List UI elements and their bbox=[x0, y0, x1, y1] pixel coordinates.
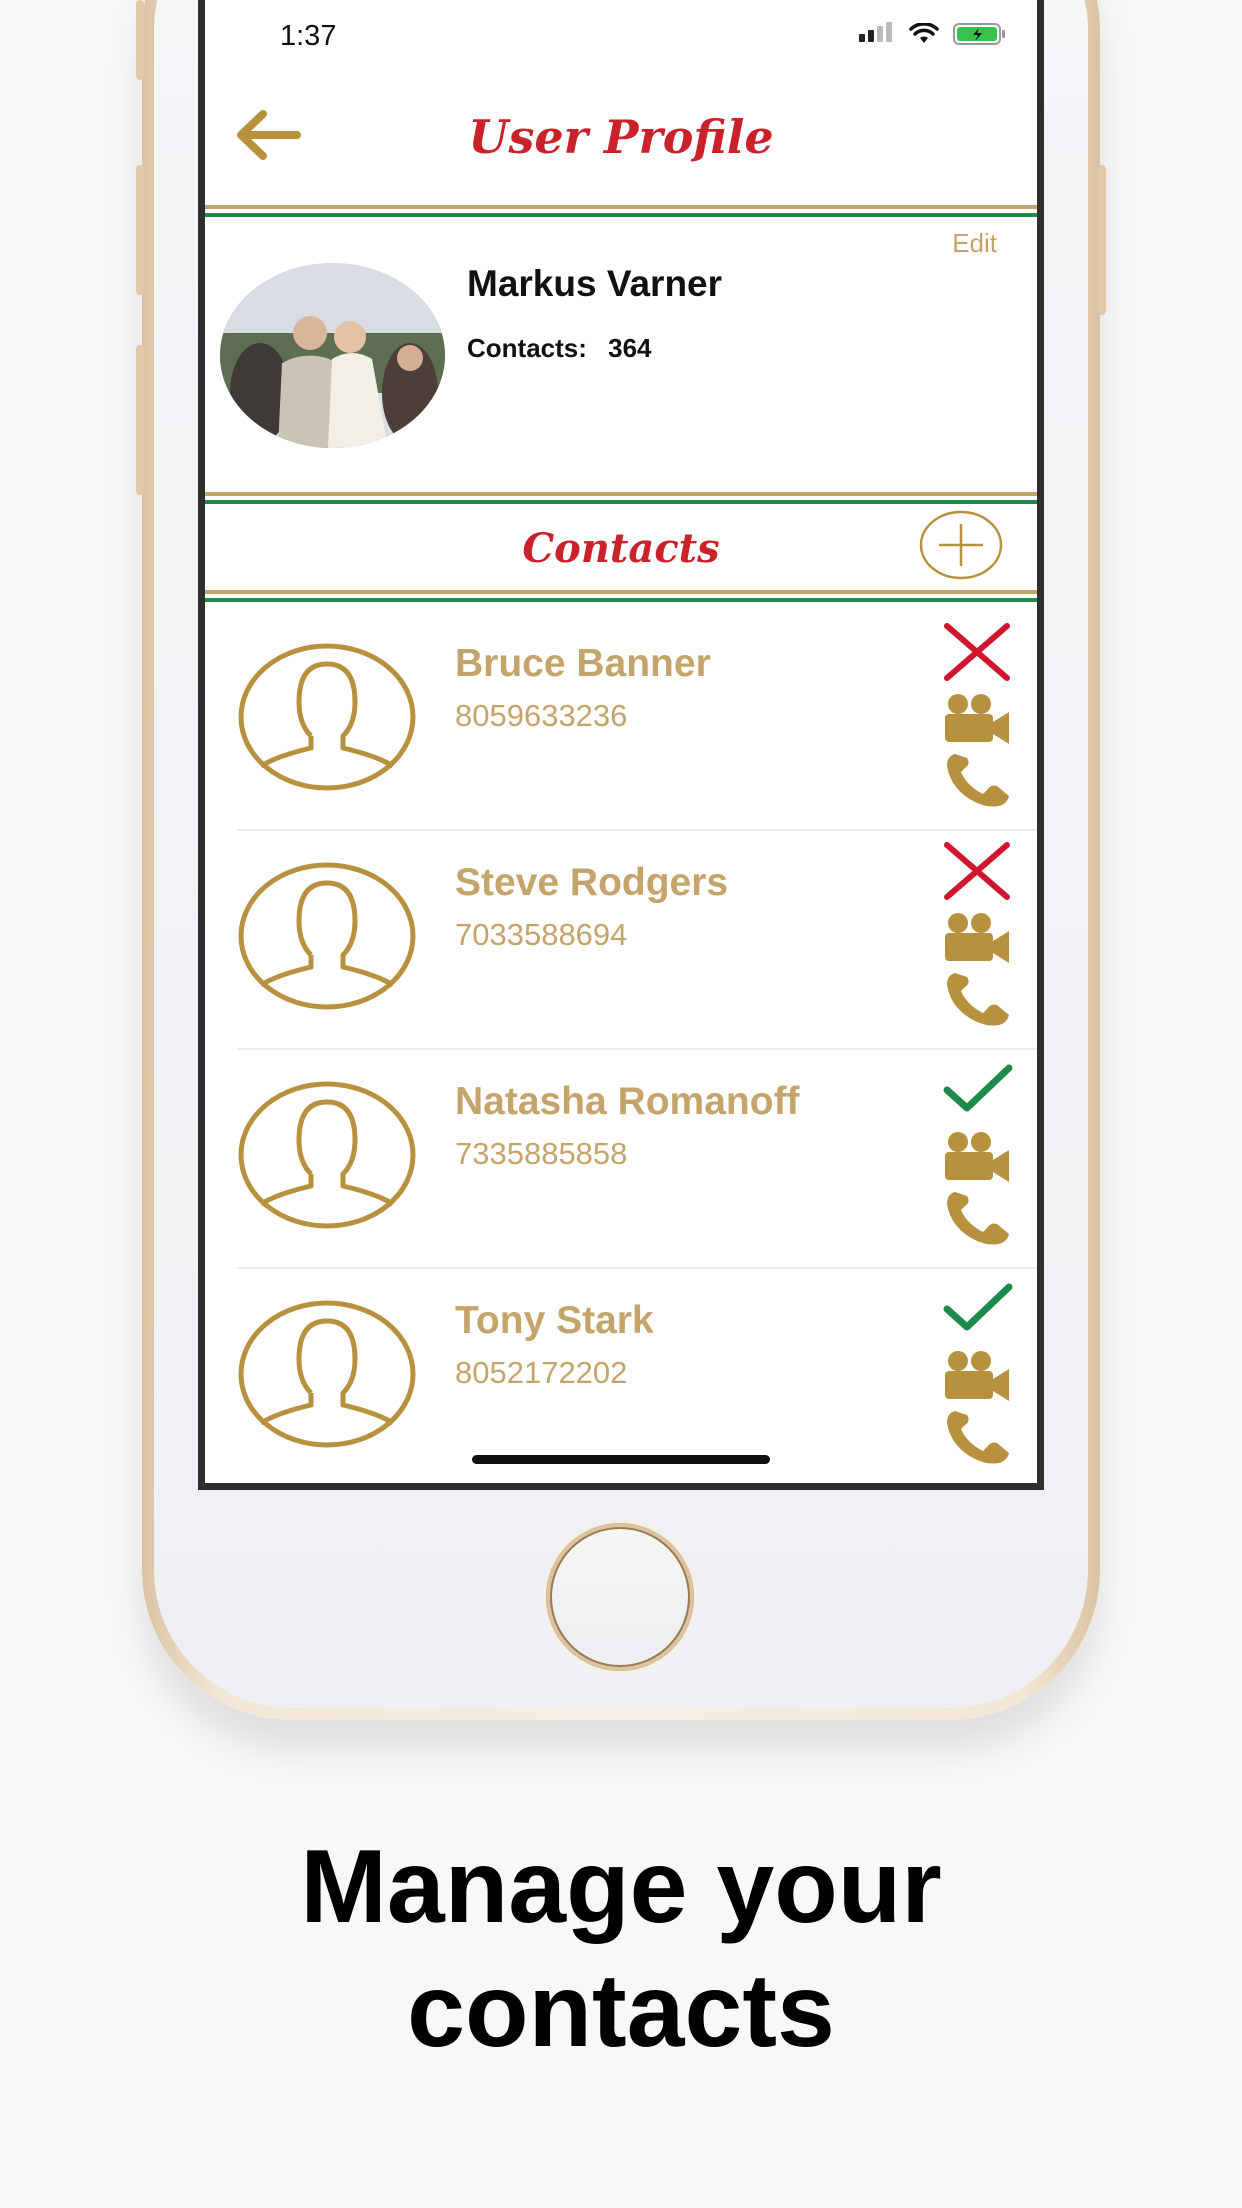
contact-phone: 7033588694 bbox=[455, 917, 628, 952]
caption-line-1: Manage your bbox=[300, 1829, 942, 1945]
contact-name: Tony Stark bbox=[455, 1299, 654, 1342]
contact-name: Natasha Romanoff bbox=[455, 1080, 800, 1123]
home-indicator[interactable] bbox=[472, 1455, 770, 1464]
battery-icon bbox=[953, 23, 1005, 45]
video-camera-icon[interactable] bbox=[941, 1126, 1013, 1186]
signal-icon bbox=[859, 22, 895, 46]
contacts-list: Bruce Banner 8059633236 Steve Rodgers 70… bbox=[205, 612, 1037, 1483]
contacts-count-label: Contacts: bbox=[467, 333, 587, 363]
contact-phone: 7335885858 bbox=[455, 1136, 628, 1171]
profile-avatar[interactable] bbox=[220, 263, 445, 448]
video-camera-icon[interactable] bbox=[941, 688, 1013, 748]
edit-profile-link[interactable]: Edit bbox=[952, 228, 997, 259]
status-bar: 1:37 bbox=[205, 0, 1037, 80]
contact-avatar-icon bbox=[238, 1081, 416, 1229]
contacts-section-title: Contacts bbox=[522, 525, 720, 572]
contact-name: Bruce Banner bbox=[455, 642, 711, 685]
phone-screen: 1:37 User Profile Edit Markus Varner Con… bbox=[198, 0, 1044, 1490]
checkmark-icon[interactable] bbox=[941, 1279, 1013, 1339]
contact-phone: 8052172202 bbox=[455, 1355, 628, 1390]
marketing-caption: Manage your contacts bbox=[0, 1825, 1242, 2073]
mute-switch bbox=[136, 0, 144, 80]
contact-name: Steve Rodgers bbox=[455, 861, 729, 904]
profile-contacts-count: Contacts: 364 bbox=[467, 333, 652, 364]
phone-call-icon[interactable] bbox=[941, 750, 1013, 810]
wifi-icon bbox=[909, 23, 939, 43]
volume-down-button bbox=[136, 345, 144, 495]
contact-row[interactable]: Natasha Romanoff 7335885858 bbox=[205, 1050, 1037, 1269]
contact-phone: 8059633236 bbox=[455, 698, 628, 733]
profile-photo bbox=[220, 263, 445, 448]
contact-row[interactable]: Steve Rodgers 7033588694 bbox=[205, 831, 1037, 1050]
nav-bar: User Profile bbox=[205, 80, 1037, 205]
remove-contact-x-icon[interactable] bbox=[941, 841, 1013, 901]
add-contact-icon[interactable] bbox=[919, 510, 1003, 580]
profile-name: Markus Varner bbox=[467, 263, 723, 304]
power-button bbox=[1098, 165, 1106, 315]
contact-row[interactable]: Bruce Banner 8059633236 bbox=[205, 612, 1037, 831]
phone-call-icon[interactable] bbox=[941, 969, 1013, 1029]
phone-call-icon[interactable] bbox=[941, 1188, 1013, 1248]
contacts-divider bbox=[205, 590, 1037, 602]
contacts-count-value: 364 bbox=[608, 333, 652, 363]
contact-avatar-icon bbox=[238, 643, 416, 791]
video-camera-icon[interactable] bbox=[941, 1345, 1013, 1405]
profile-card: Edit Markus Varner Contacts: 364 bbox=[205, 218, 1037, 488]
remove-contact-x-icon[interactable] bbox=[941, 622, 1013, 682]
caption-line-2: contacts bbox=[407, 1953, 835, 2069]
checkmark-icon[interactable] bbox=[941, 1060, 1013, 1120]
video-camera-icon[interactable] bbox=[941, 907, 1013, 967]
status-time: 1:37 bbox=[280, 20, 337, 52]
profile-divider bbox=[205, 492, 1037, 504]
page-title: User Profile bbox=[468, 110, 774, 164]
status-icons bbox=[859, 22, 1007, 46]
contacts-header: Contacts bbox=[205, 510, 1037, 590]
contact-avatar-icon bbox=[238, 1300, 416, 1448]
contact-avatar-icon bbox=[238, 862, 416, 1010]
home-button[interactable] bbox=[546, 1523, 694, 1671]
header-divider bbox=[205, 205, 1037, 217]
volume-up-button bbox=[136, 165, 144, 295]
phone-call-icon[interactable] bbox=[941, 1407, 1013, 1467]
